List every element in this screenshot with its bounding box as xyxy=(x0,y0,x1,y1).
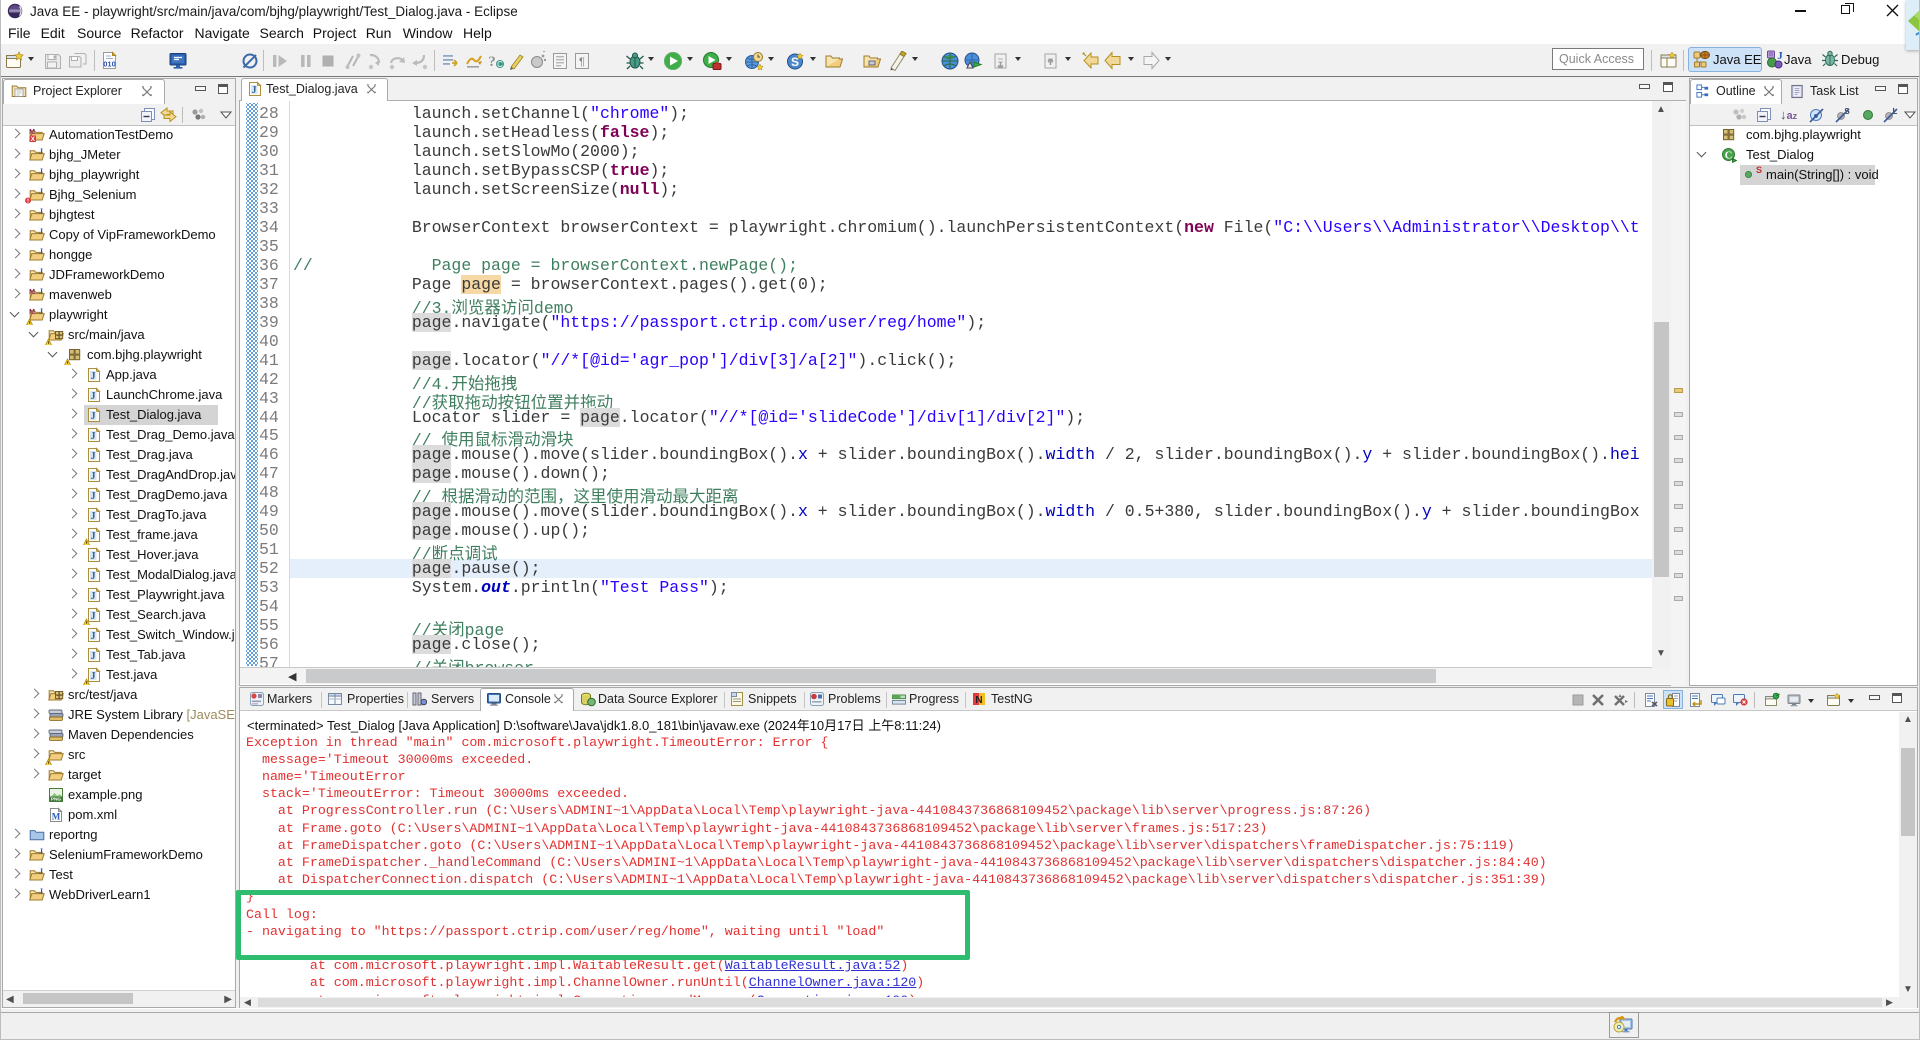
svg-text:?: ? xyxy=(488,54,496,70)
svg-text:J: J xyxy=(1777,50,1783,62)
svg-text:C: C xyxy=(497,60,503,69)
svg-text:¶: ¶ xyxy=(579,56,585,68)
svg-text:010: 010 xyxy=(103,60,116,69)
svg-text:S: S xyxy=(791,55,799,69)
